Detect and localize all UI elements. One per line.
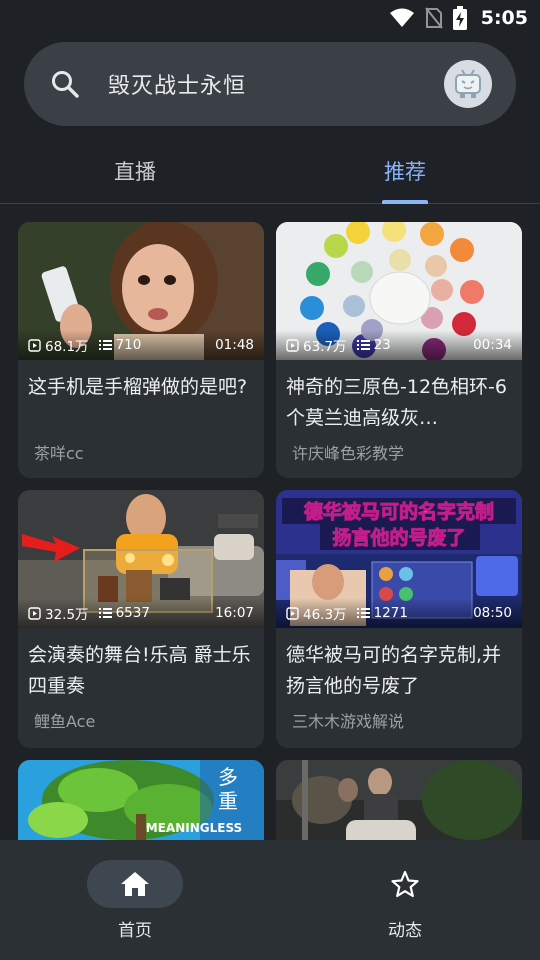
no-sim-icon [424, 7, 443, 29]
video-title[interactable]: 神奇的三原色-12色相环-6个莫兰迪高级灰… [276, 360, 522, 434]
danmaku-icon [98, 608, 112, 618]
bottom-nav: 首页 动态 [0, 840, 540, 960]
search-input[interactable]: 毁灭战士永恒 [108, 68, 444, 100]
video-author[interactable]: 茶咩cc [18, 434, 264, 464]
video-thumbnail[interactable]: 德华被马可的名字克制 扬言他的号废了 46.3万 1271 08:50 [276, 490, 522, 628]
thumbnail-side-text-1: 多 [218, 765, 238, 789]
home-icon [121, 872, 149, 896]
danmaku-icon [356, 608, 370, 618]
video-title[interactable]: 会演奏的舞台!乐高 爵士乐四重奏 [18, 628, 264, 702]
danmaku-icon [98, 340, 112, 350]
danmaku-count: 6537 [98, 605, 150, 621]
video-duration: 16:07 [215, 605, 254, 621]
tab-indicator [382, 200, 428, 204]
video-thumbnail[interactable]: 68.1万 710 01:48 [18, 222, 264, 360]
nav-item-home[interactable]: 首页 [75, 860, 195, 941]
tv-mascot-icon [455, 69, 481, 98]
danmaku-icon [356, 340, 370, 350]
video-title[interactable]: 这手机是手榴弹做的是吧? [18, 360, 264, 434]
video-title[interactable]: 德华被马可的名字克制,并扬言他的号废了 [276, 628, 522, 702]
avatar[interactable] [444, 60, 492, 108]
thumbnail-overlay: 32.5万 6537 16:07 [18, 598, 264, 628]
nav-item-activity[interactable]: 动态 [345, 860, 465, 941]
video-duration: 00:34 [473, 337, 512, 353]
nav-pill[interactable] [87, 860, 183, 908]
play-count-icon [286, 606, 299, 620]
nav-label-activity: 动态 [388, 921, 422, 941]
video-card[interactable]: 德华被马可的名字克制 扬言他的号废了 46.3万 1271 08:50 德华被马… [276, 490, 522, 748]
status-time: 5:05 [480, 7, 528, 29]
video-card[interactable]: 68.1万 710 01:48 这手机是手榴弹做的是吧? 茶咩cc [18, 222, 264, 478]
thumbnail-caption-line2: 扬言他的号废了 [332, 526, 465, 549]
video-thumbnail[interactable]: 63.7万 23 00:34 [276, 222, 522, 360]
video-card[interactable]: 32.5万 6537 16:07 会演奏的舞台!乐高 爵士乐四重奏 鲤鱼Ace [18, 490, 264, 748]
thumbnail-overlay: 46.3万 1271 08:50 [276, 598, 522, 628]
tab-recommend[interactable]: 推荐 [384, 156, 426, 186]
video-duration: 08:50 [473, 605, 512, 621]
nav-pill[interactable] [357, 860, 453, 908]
wifi-icon [389, 8, 414, 27]
danmaku-count: 710 [98, 337, 141, 353]
thumbnail-caption-line1: 德华被马可的名字克制 [304, 500, 494, 523]
danmaku-count: 23 [356, 337, 391, 353]
video-thumbnail[interactable]: 32.5万 6537 16:07 [18, 490, 264, 628]
star-icon [391, 870, 419, 898]
play-count-icon [28, 606, 41, 620]
thumbnail-overlay: 63.7万 23 00:34 [276, 330, 522, 360]
thumbnail-overlay: 68.1万 710 01:48 [18, 330, 264, 360]
view-count: 32.5万 [28, 603, 89, 623]
search-bar[interactable]: 毁灭战士永恒 [24, 42, 516, 126]
video-duration: 01:48 [215, 337, 254, 353]
battery-charging-icon [452, 6, 467, 30]
video-author[interactable]: 鲤鱼Ace [18, 702, 264, 732]
thumbnail-side-text-2: 重 [218, 789, 238, 813]
video-author[interactable]: 许庆峰色彩教学 [276, 434, 522, 464]
tab-bar: 直播 推荐 [0, 140, 540, 204]
search-icon[interactable] [50, 69, 80, 99]
status-bar: 5:05 [0, 0, 540, 36]
danmaku-count: 1271 [356, 605, 408, 621]
view-count: 46.3万 [286, 603, 347, 623]
nav-label-home: 首页 [118, 921, 152, 941]
play-count-icon [28, 338, 41, 352]
tab-live[interactable]: 直播 [114, 156, 156, 186]
view-count: 63.7万 [286, 335, 347, 355]
video-card[interactable]: 63.7万 23 00:34 神奇的三原色-12色相环-6个莫兰迪高级灰… 许庆… [276, 222, 522, 478]
video-author[interactable]: 三木木游戏解说 [276, 702, 522, 732]
play-count-icon [286, 338, 299, 352]
view-count: 68.1万 [28, 335, 89, 355]
thumbnail-caption: MEANINGLESS [146, 821, 242, 835]
